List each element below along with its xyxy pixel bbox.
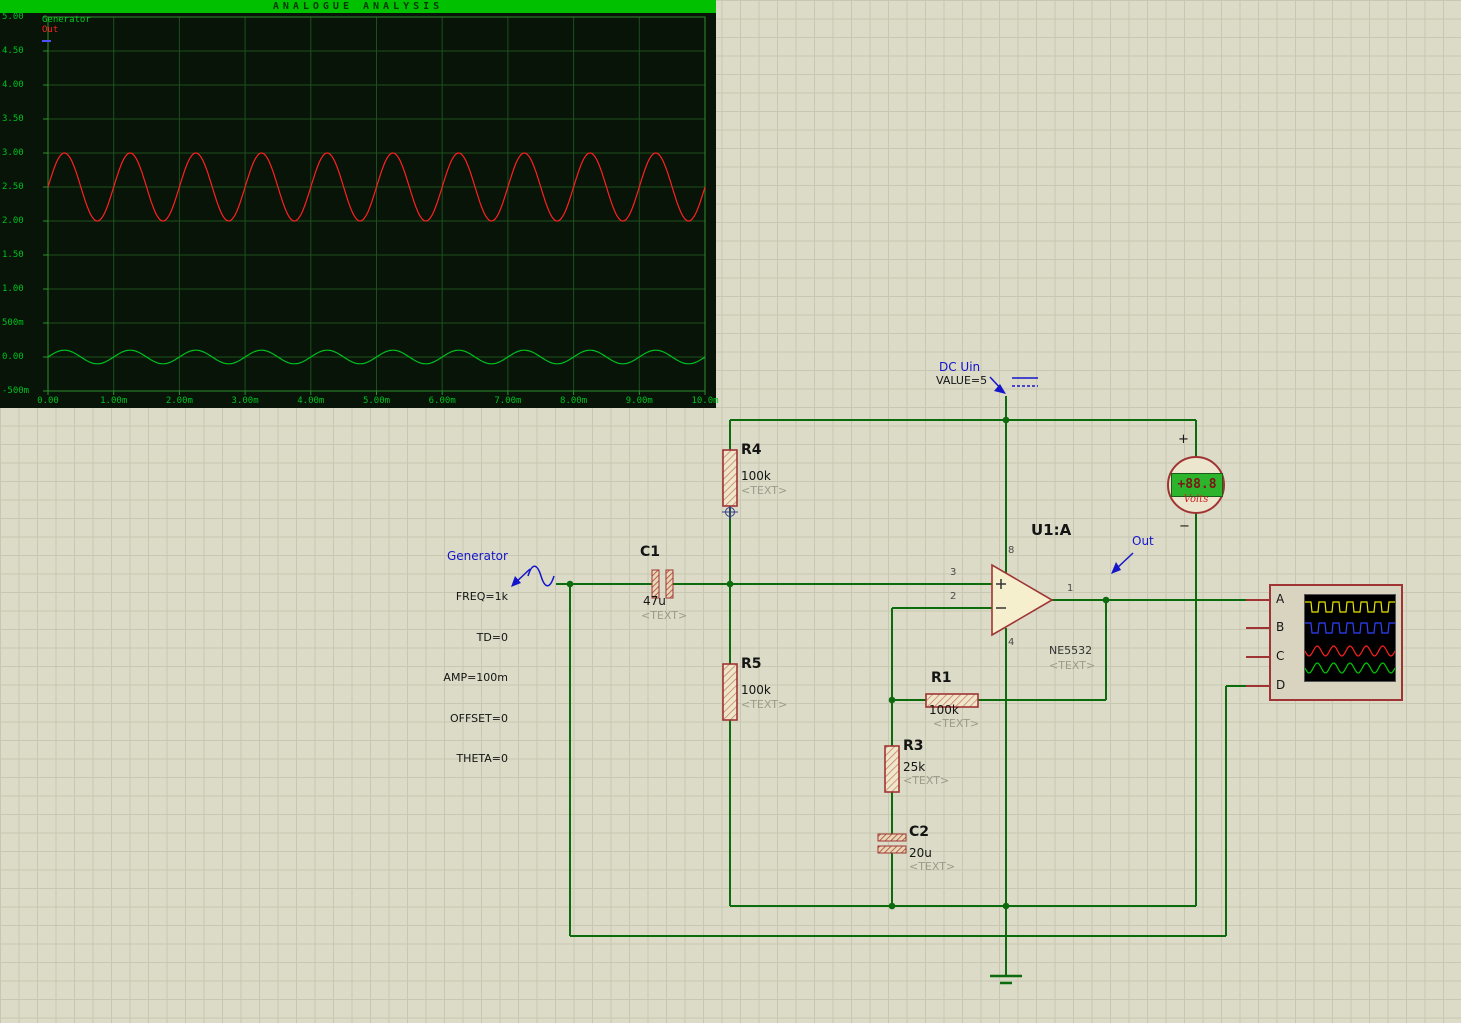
generator-param: THETA=0	[432, 752, 508, 766]
r4-value: 100k	[741, 469, 771, 483]
r3-ref: R3	[903, 738, 924, 754]
r1-value: 100k	[929, 703, 959, 717]
r4-ref: R4	[741, 442, 762, 458]
c1-ref: C1	[640, 544, 660, 560]
dc-source-label: DC Uin	[939, 360, 980, 374]
r1-text: <TEXT>	[933, 717, 979, 730]
r5-text: <TEXT>	[741, 698, 787, 711]
c2-ref: C2	[909, 824, 929, 840]
out-label-arrow-icon[interactable]	[1111, 553, 1133, 574]
r3-text: <TEXT>	[903, 774, 949, 787]
r1-ref: R1	[931, 670, 952, 686]
resistor-r5[interactable]	[723, 664, 737, 720]
c2-value: 20u	[909, 846, 932, 860]
generator-params: FREQ=1k TD=0 AMP=100m OFFSET=0 THETA=0	[432, 563, 508, 793]
opamp-ref: U1:A	[1031, 521, 1071, 539]
schematic-svg	[0, 0, 1461, 1023]
oscilloscope-screen	[1304, 594, 1396, 682]
generator-label: Generator	[447, 549, 508, 563]
proteus-schematic-canvas[interactable]: ANALOGUE ANALYSIS 5.004.504.003.503.002.…	[0, 0, 1461, 1023]
opamp-pin8-number: 8	[1008, 545, 1014, 556]
opamp-pin1-number: 1	[1067, 583, 1073, 594]
opamp-pin4-number: 4	[1008, 637, 1014, 648]
generator-param: OFFSET=0	[432, 712, 508, 726]
voltmeter-plus-label: +	[1178, 432, 1189, 447]
r3-value: 25k	[903, 760, 925, 774]
c2-text: <TEXT>	[909, 860, 955, 873]
c1-value: 47u	[643, 594, 666, 608]
r5-ref: R5	[741, 656, 762, 672]
c1-text: <TEXT>	[641, 609, 687, 622]
voltmeter-unit-label: Volts	[1176, 494, 1216, 505]
capacitor-c2[interactable]	[878, 834, 906, 853]
generator-source-icon[interactable]	[511, 566, 554, 587]
r4-text: <TEXT>	[741, 484, 787, 497]
resistor-r3[interactable]	[885, 746, 899, 792]
dc-source-value: VALUE=5	[936, 374, 987, 387]
scope-channel-d-label: D	[1276, 678, 1285, 692]
voltmeter-minus-label: −	[1179, 519, 1190, 534]
dc-source-icon[interactable]	[990, 377, 1038, 394]
oscilloscope-pins	[1246, 600, 1270, 686]
wire-segments[interactable]	[556, 396, 1248, 976]
resistor-r4[interactable]	[723, 450, 737, 506]
ground-symbol[interactable]	[990, 976, 1022, 983]
scope-channel-c-label: C	[1276, 649, 1284, 663]
opamp-part: NE5532	[1049, 644, 1092, 657]
r5-value: 100k	[741, 683, 771, 697]
opamp-pin3-number: 3	[950, 567, 956, 578]
scope-channel-b-label: B	[1276, 620, 1284, 634]
out-wire-label: Out	[1132, 534, 1154, 548]
opamp-pin2-number: 2	[950, 591, 956, 602]
generator-param: AMP=100m	[432, 671, 508, 685]
generator-param: FREQ=1k	[432, 590, 508, 604]
junction-dots	[567, 417, 1110, 910]
opamp-text: <TEXT>	[1049, 659, 1095, 672]
opamp-u1a[interactable]	[992, 565, 1052, 635]
scope-channel-a-label: A	[1276, 592, 1284, 606]
generator-param: TD=0	[432, 631, 508, 645]
